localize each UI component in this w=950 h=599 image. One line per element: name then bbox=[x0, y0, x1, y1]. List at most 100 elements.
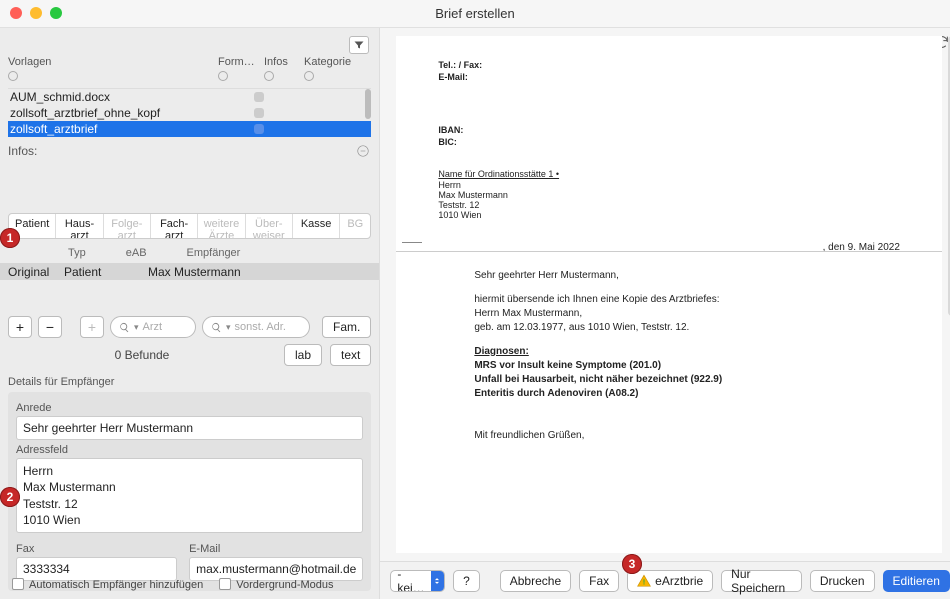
doc-telfax: Tel.: / Fax: bbox=[438, 60, 900, 72]
template-list[interactable]: AUM_schmid.docx zollsoft_arztbrief_ohne_… bbox=[8, 88, 371, 139]
recipient-original: Original bbox=[8, 265, 64, 279]
titlebar: Brief erstellen bbox=[0, 0, 950, 28]
action-bar: - kei… ? Abbreche Fax eArztbrie Nur Spei… bbox=[380, 561, 950, 599]
doc-closing: Mit freundlichen Grüßen, bbox=[474, 429, 900, 443]
infos-row: Infos: bbox=[8, 143, 371, 159]
doc-greeting: Sehr geehrter Herr Mustermann, bbox=[474, 269, 900, 283]
clear-button[interactable] bbox=[355, 143, 371, 159]
window: Brief erstellen Vorlagen Form… Infos Kat… bbox=[0, 0, 950, 599]
edit-button[interactable]: Editieren bbox=[883, 570, 950, 592]
search-icon bbox=[211, 322, 222, 333]
doc-ord: Name für Ordinationsstätte 1 • bbox=[438, 169, 559, 179]
scrollbar-thumb[interactable] bbox=[365, 89, 371, 119]
infos-label: Infos: bbox=[8, 144, 48, 158]
doc-addr1: Herrn bbox=[438, 180, 900, 190]
window-controls bbox=[10, 7, 62, 19]
radio-form[interactable] bbox=[218, 71, 228, 81]
recipient-row[interactable]: Original Patient Max Mustermann bbox=[0, 263, 379, 280]
header-infos: Infos bbox=[264, 56, 304, 68]
subheader-typ: Typ bbox=[68, 247, 86, 259]
zoom-icon[interactable] bbox=[50, 7, 62, 19]
tab-facharzt[interactable]: Fach-arzt bbox=[151, 214, 198, 239]
doc-line3: geb. am 12.03.1977, aus 1010 Wien, Tests… bbox=[474, 321, 900, 335]
close-icon[interactable] bbox=[10, 7, 22, 19]
doc-addr2: Max Mustermann bbox=[438, 190, 900, 200]
recipient-details: Anrede Sehr geehrter Herr Mustermann Adr… bbox=[8, 392, 371, 591]
add-secondary-button[interactable]: + bbox=[80, 316, 104, 338]
bottom-options: Automatisch Empfänger hinzufügen Vorderg… bbox=[12, 578, 334, 591]
callout-marker-2: 2 bbox=[0, 487, 20, 507]
subheader-empfaenger: Empfänger bbox=[187, 247, 241, 259]
anrede-label: Anrede bbox=[16, 402, 363, 414]
anrede-field[interactable]: Sehr geehrter Herr Mustermann bbox=[16, 416, 363, 440]
template-row-selected[interactable]: zollsoft_arztbrief bbox=[8, 121, 371, 137]
cancel-button[interactable]: Abbreche bbox=[500, 570, 571, 592]
doc-iban: IBAN: bbox=[438, 125, 900, 137]
form-indicator-icon bbox=[254, 124, 264, 134]
help-button[interactable]: ? bbox=[453, 570, 480, 592]
sonst-search[interactable]: ▾ sonst. Adr. bbox=[202, 316, 310, 338]
header-kategorie: Kategorie bbox=[304, 56, 371, 68]
remove-recipient-button[interactable]: − bbox=[38, 316, 62, 338]
chevron-down-icon: ▾ bbox=[226, 322, 231, 333]
header-form: Form… bbox=[218, 56, 264, 68]
document-viewport: Tel.: / Fax: E-Mail: IBAN: BIC: Name für… bbox=[380, 28, 950, 561]
radio-infos[interactable] bbox=[264, 71, 274, 81]
doc-line1: hiermit übersende ich Ihnen eine Kopie d… bbox=[474, 293, 900, 307]
befunde-row: 0 Befunde lab text bbox=[8, 344, 371, 366]
fax-label: Fax bbox=[16, 543, 177, 555]
doc-line2: Herrn Max Mustermann, bbox=[474, 307, 900, 321]
earztbrief-button[interactable]: eArztbrie bbox=[627, 570, 713, 592]
fax-button[interactable]: Fax bbox=[579, 570, 619, 592]
recipient-subheaders: Typ eAB Empfänger bbox=[8, 247, 371, 259]
befunde-count: 0 Befunde bbox=[8, 348, 276, 362]
filter-button[interactable] bbox=[349, 36, 369, 54]
text-button[interactable]: text bbox=[330, 344, 371, 366]
funnel-icon bbox=[353, 39, 365, 51]
add-recipient-button[interactable]: + bbox=[8, 316, 32, 338]
minimize-icon[interactable] bbox=[30, 7, 42, 19]
template-row[interactable]: AUM_schmid.docx bbox=[8, 89, 371, 105]
arzt-search[interactable]: ▾ Arzt bbox=[110, 316, 196, 338]
header-vorlagen: Vorlagen bbox=[8, 56, 218, 68]
search-icon bbox=[119, 322, 130, 333]
recipient-controls: + − + ▾ Arzt ▾ sonst. Adr. Fam. bbox=[8, 316, 371, 338]
subheader-eab: eAB bbox=[126, 247, 147, 259]
callout-marker-3: 3 bbox=[622, 554, 642, 574]
tab-weitere-aerzte[interactable]: weitereÄrzte bbox=[198, 214, 245, 239]
lab-button[interactable]: lab bbox=[284, 344, 322, 366]
tab-hausarzt[interactable]: Haus-arzt bbox=[56, 214, 103, 239]
radio-vorlagen[interactable] bbox=[8, 71, 18, 81]
tab-folgearzt[interactable]: Folge-arzt bbox=[104, 214, 151, 239]
recipient-name: Max Mustermann bbox=[148, 265, 371, 279]
doc-addr3: Teststr. 12 bbox=[438, 200, 900, 210]
form-indicator-icon bbox=[254, 108, 264, 118]
template-row[interactable]: zollsoft_arztbrief_ohne_kopf bbox=[8, 105, 371, 121]
print-button[interactable]: Drucken bbox=[810, 570, 875, 592]
left-panel: Vorlagen Form… Infos Kategorie AUM_schmi… bbox=[0, 28, 380, 599]
doc-diag2: Unfall bei Hausarbeit, nicht näher bezei… bbox=[474, 373, 900, 387]
doc-bic: BIC: bbox=[438, 137, 900, 149]
template-row[interactable]: zollsoft_arztbrief_mit_unterschrift bbox=[8, 137, 371, 139]
action-select[interactable]: - kei… bbox=[390, 570, 445, 592]
radio-kategorie[interactable] bbox=[304, 71, 314, 81]
foreground-checkbox[interactable]: Vordergrund-Modus bbox=[219, 578, 333, 591]
template-radio-row bbox=[8, 70, 371, 84]
doc-diag3: Enteritis durch Adenoviren (A08.2) bbox=[474, 387, 900, 401]
select-arrow bbox=[431, 570, 444, 592]
fam-button[interactable]: Fam. bbox=[322, 316, 371, 338]
adressfeld-label: Adressfeld bbox=[16, 444, 363, 456]
auto-add-checkbox[interactable]: Automatisch Empfänger hinzufügen bbox=[12, 578, 203, 591]
save-only-button[interactable]: Nur Speichern bbox=[721, 570, 802, 592]
form-indicator-icon bbox=[254, 92, 264, 102]
tab-bg[interactable]: BG bbox=[340, 214, 370, 239]
tab-kasse[interactable]: Kasse bbox=[293, 214, 340, 239]
email-label: E-Mail bbox=[189, 543, 363, 555]
details-title: Details für Empfänger bbox=[8, 376, 371, 388]
adressfeld-field[interactable]: Herrn Max Mustermann Teststr. 12 1010 Wi… bbox=[16, 458, 363, 533]
tab-ueberweiser[interactable]: Über-weiser bbox=[246, 214, 293, 239]
doc-diag1: MRS vor Insult keine Symptome (201.0) bbox=[474, 359, 900, 373]
doc-addr4: 1010 Wien bbox=[438, 210, 900, 220]
recipient-role: Patient bbox=[64, 265, 148, 279]
template-headers: Vorlagen Form… Infos Kategorie bbox=[8, 56, 371, 68]
